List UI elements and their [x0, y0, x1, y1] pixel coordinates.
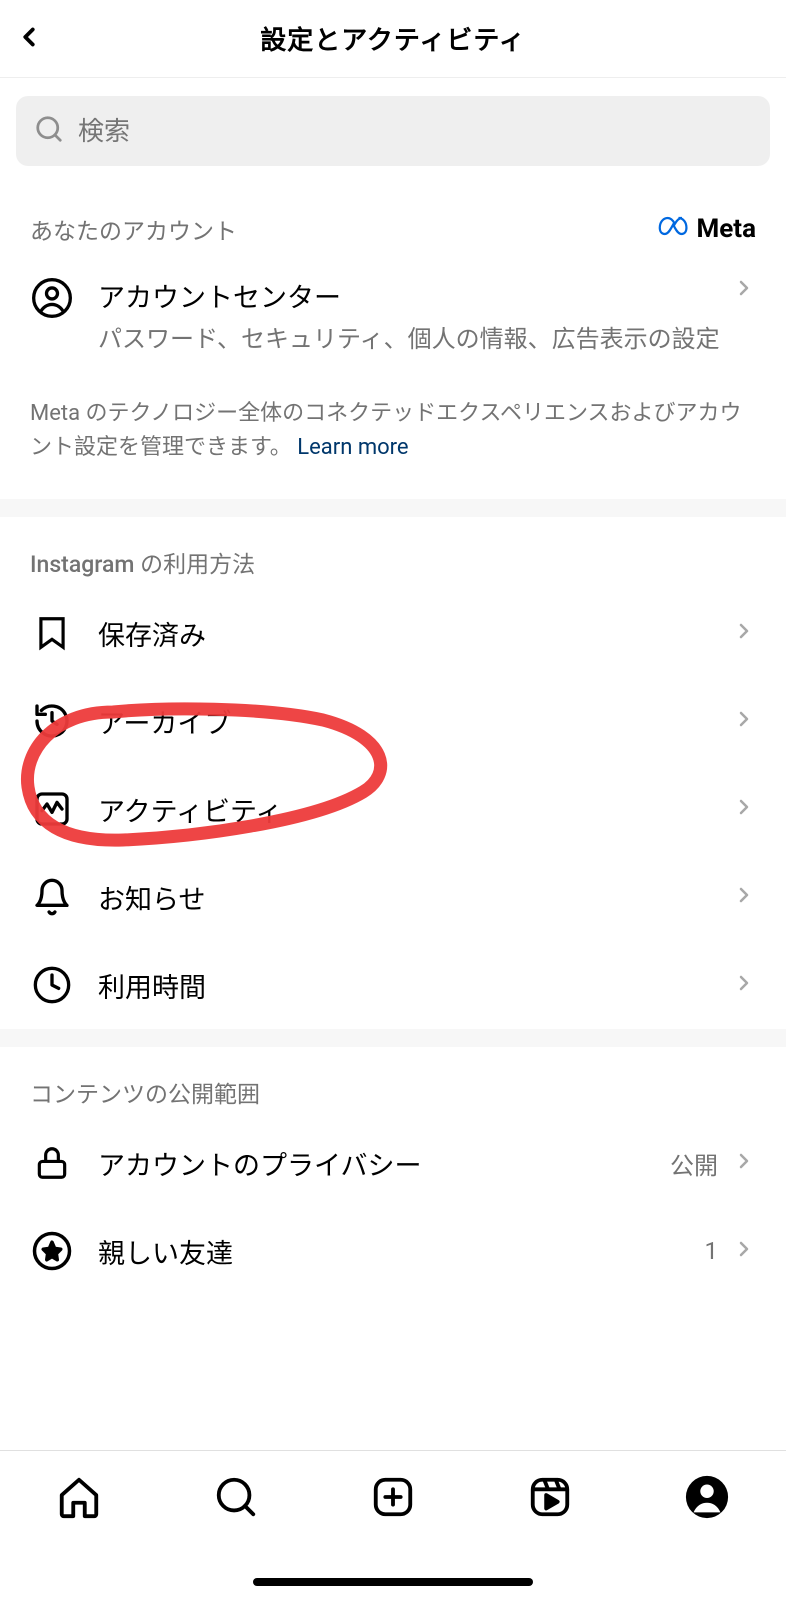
nav-search[interactable]: [212, 1473, 260, 1521]
chevron-right-icon: [732, 707, 756, 735]
archive-item[interactable]: アーカイブ: [0, 677, 786, 765]
clock-icon: [30, 963, 74, 1007]
chevron-right-icon: [732, 1237, 756, 1265]
section-header-usage: Instagram の利用方法: [0, 517, 786, 589]
search-icon: [34, 114, 64, 148]
item-sublabel: パスワード、セキュリティ、個人の情報、広告表示の設定: [98, 321, 732, 357]
account-center-item[interactable]: アカウントセンター パスワード、セキュリティ、個人の情報、広告表示の設定: [0, 256, 786, 377]
divider: [0, 499, 786, 517]
divider: [0, 1029, 786, 1047]
item-label: アカウントセンター: [98, 276, 732, 315]
item-label: お知らせ: [98, 878, 732, 917]
chevron-right-icon: [732, 971, 756, 999]
section-title: コンテンツの公開範囲: [30, 1075, 260, 1109]
plus-square-icon: [370, 1474, 416, 1520]
activity-icon: [30, 787, 74, 831]
account-privacy-item[interactable]: アカウントのプライバシー 公開: [0, 1119, 786, 1207]
meta-brand: Meta: [658, 214, 756, 244]
section-title: あなたのアカウント: [30, 212, 237, 246]
search-icon: [213, 1474, 259, 1520]
nav-reels[interactable]: [526, 1473, 574, 1521]
header: 設定とアクティビティ: [0, 0, 786, 78]
item-label: アクティビティ: [98, 790, 732, 829]
item-label: アーカイブ: [98, 702, 732, 741]
section-header-privacy: コンテンツの公開範囲: [0, 1047, 786, 1119]
nav-create[interactable]: [369, 1473, 417, 1521]
item-label: アカウントのプライバシー: [98, 1144, 670, 1183]
chevron-right-icon: [732, 795, 756, 823]
search-input[interactable]: [78, 116, 752, 147]
bell-icon: [30, 875, 74, 919]
nav-profile[interactable]: [683, 1473, 731, 1521]
page-title: 設定とアクティビティ: [0, 20, 786, 57]
history-icon: [30, 699, 74, 743]
item-label: 利用時間: [98, 966, 732, 1005]
section-title: Instagram の利用方法: [30, 545, 255, 579]
nav-home[interactable]: [55, 1473, 103, 1521]
item-trailing: 1: [705, 1237, 719, 1265]
section-header-account: あなたのアカウント Meta: [0, 184, 786, 256]
item-trailing: 公開: [670, 1146, 718, 1181]
notifications-item[interactable]: お知らせ: [0, 853, 786, 941]
home-icon: [56, 1474, 102, 1520]
item-label: 保存済み: [98, 614, 732, 653]
learn-more-link[interactable]: Learn more: [297, 435, 408, 460]
reels-icon: [527, 1474, 573, 1520]
close-friends-item[interactable]: 親しい友達 1: [0, 1207, 786, 1295]
lock-icon: [30, 1141, 74, 1185]
search-container: [0, 78, 786, 184]
search-box[interactable]: [16, 96, 770, 166]
chevron-right-icon: [732, 883, 756, 911]
chevron-right-icon: [732, 619, 756, 647]
meta-brand-text: Meta: [696, 214, 756, 244]
item-label: 親しい友達: [98, 1232, 705, 1271]
time-spent-item[interactable]: 利用時間: [0, 941, 786, 1029]
section-footer: Meta のテクノロジー全体のコネクテッドエクスペリエンスおよびアカウント設定を…: [0, 377, 786, 499]
bottom-nav: [0, 1450, 786, 1600]
profile-icon: [684, 1474, 730, 1520]
star-circle-icon: [30, 1229, 74, 1273]
back-button[interactable]: [14, 22, 44, 56]
person-circle-icon: [30, 276, 74, 320]
chevron-right-icon: [732, 1149, 756, 1177]
saved-item[interactable]: 保存済み: [0, 589, 786, 677]
chevron-left-icon: [14, 22, 44, 52]
meta-logo-icon: [658, 214, 690, 244]
home-indicator: [253, 1578, 533, 1586]
chevron-right-icon: [732, 276, 756, 304]
activity-item[interactable]: アクティビティ: [0, 765, 786, 853]
bookmark-icon: [30, 611, 74, 655]
list-content: アカウントセンター パスワード、セキュリティ、個人の情報、広告表示の設定: [98, 276, 732, 357]
